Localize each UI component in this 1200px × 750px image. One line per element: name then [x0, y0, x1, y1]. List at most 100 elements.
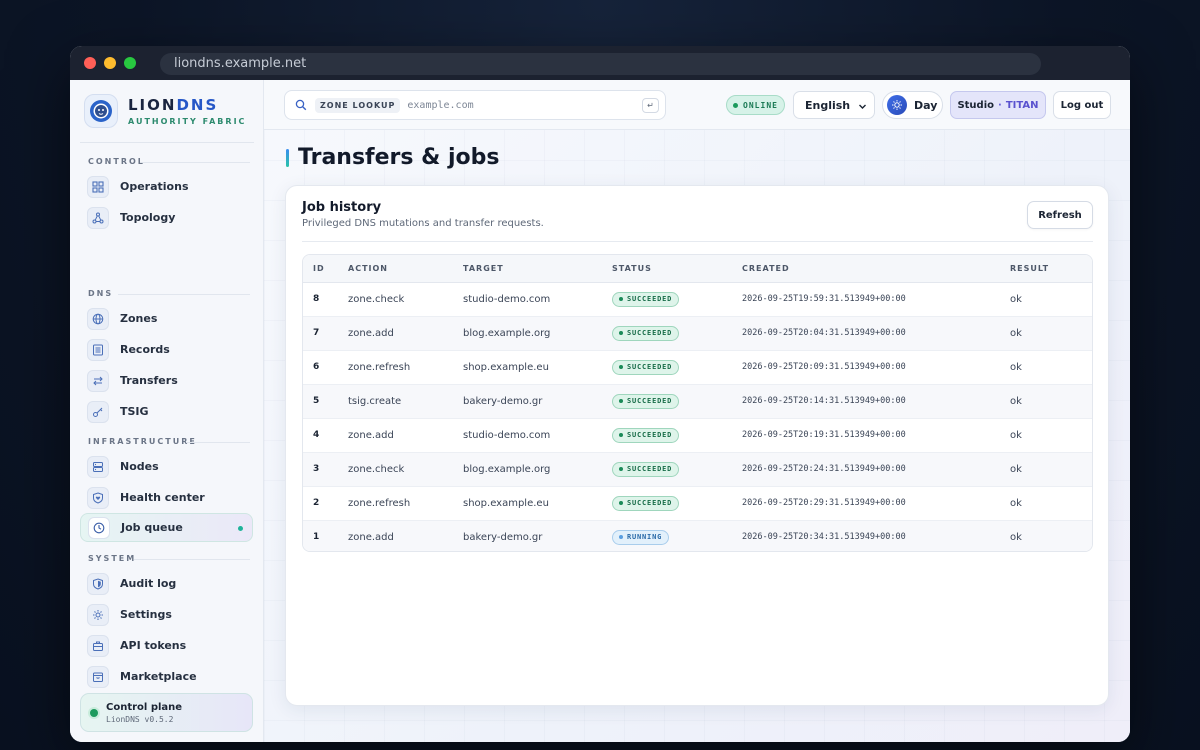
cell-created: 2026-09-25T19:59:31.513949+00:00 — [742, 282, 1010, 317]
table-row[interactable]: 8 zone.check studio-demo.com SUCCEEDED 2026-… — [303, 282, 1092, 317]
column-header-result[interactable]: RESULT — [1010, 255, 1092, 283]
card-subtitle: Privileged DNS mutations and transfer re… — [302, 218, 544, 229]
status-label: SUCCEEDED — [627, 363, 673, 371]
logout-button[interactable]: Log out — [1053, 91, 1111, 119]
table-row[interactable]: 5 tsig.create bakery-demo.gr SUCCEEDED 2026-… — [303, 384, 1092, 419]
brand[interactable]: LIONDNS AUTHORITY FABRIC — [84, 94, 246, 128]
divider — [80, 142, 254, 143]
sidebar-item-label: Health center — [120, 491, 205, 504]
title-accent-bar — [286, 148, 289, 167]
topbar: ZONE LOOKUP ↵ ONLINE English Day — [264, 80, 1130, 130]
status-label: SUCCEEDED — [627, 431, 673, 439]
sidebar-item-api-tokens[interactable]: API tokens — [80, 631, 253, 660]
browser-window: liondns.example.net LIONDNS AUTHORITY FA… — [70, 46, 1130, 742]
sidebar-item-marketplace[interactable]: Marketplace — [80, 662, 253, 691]
sidebar-item-label: Transfers — [120, 374, 178, 387]
online-dot — [733, 102, 739, 108]
divider — [186, 442, 250, 443]
address-bar[interactable]: liondns.example.net — [160, 53, 1041, 75]
status-dot — [619, 365, 623, 369]
control-plane-status[interactable]: Control plane LionDNS v0.5.2 — [80, 693, 253, 732]
refresh-button[interactable]: Refresh — [1027, 201, 1093, 229]
globe-icon — [87, 307, 109, 330]
sidebar-item-tsig[interactable]: TSIG — [80, 397, 253, 426]
sidebar-item-label: Zones — [120, 312, 158, 325]
job-table: ID ACTION TARGET STATUS CREATED RESULT 8… — [302, 254, 1093, 552]
status-badge: ONLINE — [726, 95, 785, 115]
cell-target: blog.example.org — [463, 316, 612, 351]
sidebar-item-zones[interactable]: Zones — [80, 304, 253, 333]
status-badge: SUCCEEDED — [612, 495, 680, 511]
minimize-window-button[interactable] — [104, 57, 116, 69]
status-dot — [619, 297, 623, 301]
search-input[interactable] — [407, 99, 638, 111]
table-row[interactable]: 4 zone.add studio-demo.com SUCCEEDED 2026-09… — [303, 418, 1092, 453]
enter-key-icon[interactable]: ↵ — [642, 98, 659, 113]
status-dot — [619, 501, 623, 505]
sidebar-item-label: Topology — [120, 211, 176, 224]
theme-toggle[interactable]: Day — [882, 91, 943, 119]
sidebar-item-operations[interactable]: Operations — [80, 172, 253, 201]
language-select[interactable]: English — [793, 91, 875, 119]
status-label: RUNNING — [627, 533, 663, 542]
sidebar-item-label: TSIG — [120, 405, 149, 418]
cell-target: shop.example.eu — [463, 486, 612, 521]
cell-target: studio-demo.com — [463, 282, 612, 317]
status-dot — [619, 399, 623, 403]
sidebar-item-nodes[interactable]: Nodes — [80, 452, 253, 481]
cell-id: 8 — [303, 282, 348, 317]
sidebar-item-audit-log[interactable]: Audit log — [80, 569, 253, 598]
control-plane-title: Control plane — [106, 702, 183, 713]
sidebar: LIONDNS AUTHORITY FABRIC CONTROL Operati… — [70, 80, 264, 742]
cell-status: SUCCEEDED — [612, 316, 742, 351]
table-row[interactable]: 3 zone.check blog.example.org SUCCEEDED 2026… — [303, 452, 1092, 487]
studio-org: TITAN — [1005, 99, 1039, 111]
studio-button[interactable]: Studio · TITAN — [950, 91, 1046, 119]
close-window-button[interactable] — [84, 57, 96, 69]
cell-status: SUCCEEDED — [612, 418, 742, 453]
cell-action: zone.add — [348, 418, 463, 453]
column-header-action[interactable]: ACTION — [348, 255, 463, 283]
job-history-card: Job history Privileged DNS mutations and… — [285, 185, 1109, 706]
cell-target: blog.example.org — [463, 452, 612, 487]
sidebar-item-job-queue[interactable]: Job queue — [80, 513, 253, 542]
table-row[interactable]: 1 zone.add bakery-demo.gr RUNNING 2026-09-25… — [303, 520, 1092, 551]
column-header-target[interactable]: TARGET — [463, 255, 612, 283]
key-icon — [87, 400, 109, 423]
status-dot — [619, 331, 623, 335]
cell-action: zone.refresh — [348, 350, 463, 385]
status-badge-label: ONLINE — [743, 100, 778, 110]
cell-created: 2026-09-25T20:14:31.513949+00:00 — [742, 384, 1010, 419]
sidebar-item-settings[interactable]: Settings — [80, 600, 253, 629]
search-scope-tag: ZONE LOOKUP — [315, 97, 401, 113]
table-row[interactable]: 7 zone.add blog.example.org SUCCEEDED 2026-0… — [303, 316, 1092, 351]
sidebar-item-topology[interactable]: Topology — [80, 203, 253, 232]
language-value: English — [805, 98, 851, 112]
status-dot — [619, 535, 623, 540]
store-icon — [87, 665, 109, 688]
search-icon — [295, 99, 307, 111]
cell-id: 4 — [303, 418, 348, 453]
page-title: Transfers & jobs — [298, 145, 500, 170]
status-label: SUCCEEDED — [627, 329, 673, 337]
maximize-window-button[interactable] — [124, 57, 136, 69]
briefcase-icon — [87, 634, 109, 657]
sidebar-item-health-center[interactable]: Health center — [80, 483, 253, 512]
column-header-id[interactable]: ID — [303, 255, 348, 283]
zone-lookup-search[interactable]: ZONE LOOKUP ↵ — [284, 90, 666, 120]
column-header-status[interactable]: STATUS — [612, 255, 742, 283]
sidebar-item-transfers[interactable]: Transfers — [80, 366, 253, 395]
status-label: SUCCEEDED — [627, 295, 673, 303]
main-content: ZONE LOOKUP ↵ ONLINE English Day — [264, 80, 1130, 742]
cell-created: 2026-09-25T20:19:31.513949+00:00 — [742, 418, 1010, 453]
server-icon — [87, 455, 109, 478]
table-row[interactable]: 6 zone.refresh shop.example.eu SUCCEEDED 202… — [303, 350, 1092, 385]
status-dot — [90, 709, 98, 717]
status-badge: SUCCEEDED — [612, 291, 680, 307]
gear-icon — [87, 603, 109, 626]
column-header-created[interactable]: CREATED — [742, 255, 1010, 283]
sidebar-item-records[interactable]: Records — [80, 335, 253, 364]
table-row[interactable]: 2 zone.refresh shop.example.eu SUCCEEDED 202… — [303, 486, 1092, 521]
status-badge: SUCCEEDED — [612, 359, 680, 375]
sidebar-item-label: Nodes — [120, 460, 159, 473]
